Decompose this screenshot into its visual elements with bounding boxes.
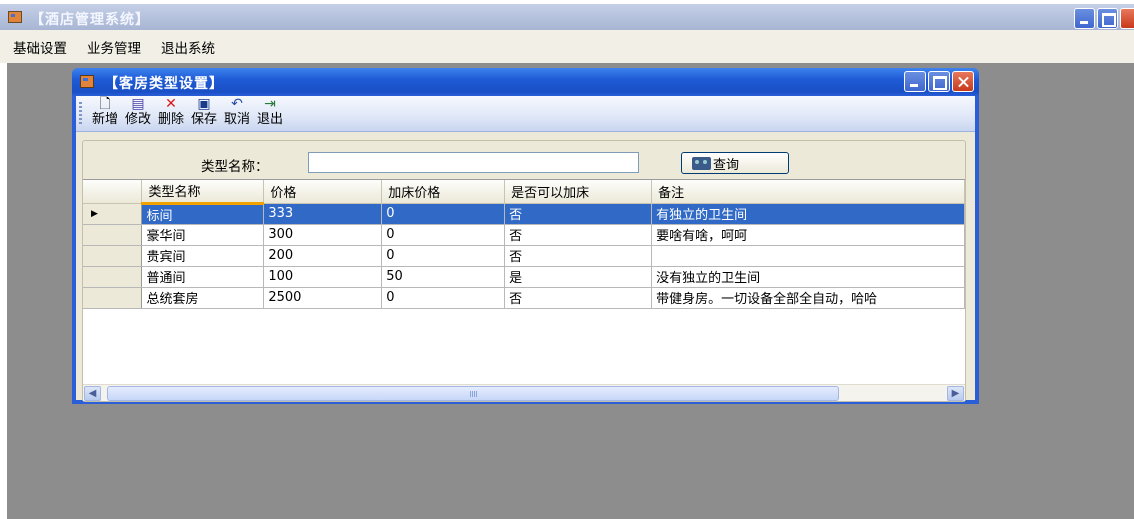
edit-icon: ▤	[131, 96, 145, 112]
type-name-input[interactable]	[308, 152, 639, 173]
edit-button-label: 修改	[124, 112, 151, 127]
table-row[interactable]: 普通间 100 50 是 没有独立的卫生间	[83, 266, 965, 288]
menu-bar: 基础设置 业务管理 退出系统	[0, 30, 1134, 63]
toolbar: 🗋 新增 ▤ 修改 ✕ 删除 ▣ 保存 ↶ 取消 ⇥ 退出	[76, 96, 975, 132]
child-title-bar[interactable]: 【客房类型设置】	[72, 68, 979, 96]
table-row[interactable]: 总统套房 2500 0 否 带健身房。一切设备全部全自动，哈哈	[83, 287, 965, 309]
cell[interactable]: 200	[263, 245, 383, 267]
menu-business-management[interactable]: 业务管理	[87, 37, 141, 57]
cell[interactable]: 有独立的卫生间	[651, 203, 965, 225]
maximize-icon[interactable]	[1097, 8, 1118, 29]
cell[interactable]: 带健身房。一切设备全部全自动，哈哈	[651, 287, 965, 309]
row-header-corner	[83, 180, 143, 204]
column-header[interactable]: 价格	[263, 180, 383, 204]
exit-button[interactable]: ⇥ 退出	[255, 97, 285, 127]
cell[interactable]: 否	[504, 203, 653, 225]
save-icon: ▣	[197, 96, 211, 112]
cell[interactable]: 300	[263, 224, 383, 246]
column-header[interactable]: 加床价格	[381, 180, 506, 204]
toolbar-grip[interactable]	[79, 102, 82, 126]
cell[interactable]: 333	[263, 203, 383, 225]
delete-button[interactable]: ✕ 删除	[156, 97, 186, 127]
horizontal-scrollbar[interactable]: ◀ ▶	[83, 384, 965, 401]
room-type-grid[interactable]: 类型名称 价格 加床价格 是否可以加床 备注 ▶ 标间 333 0 否 有独立的…	[83, 179, 965, 401]
query-panel: 类型名称： 查询 类型名称 价格 加床价格 是否可以加床 备注 ▶ 标间 333…	[82, 140, 966, 402]
cell[interactable]: 否	[504, 287, 653, 309]
cell[interactable]: 0	[381, 203, 506, 225]
menu-exit-system[interactable]: 退出系统	[161, 37, 215, 57]
search-button[interactable]: 查询	[681, 152, 789, 174]
column-header[interactable]: 是否可以加床	[504, 180, 653, 204]
cell[interactable]: 是	[504, 266, 653, 288]
table-row[interactable]: ▶ 标间 333 0 否 有独立的卫生间	[83, 203, 965, 225]
menu-basic-settings[interactable]: 基础设置	[13, 37, 67, 57]
minimize-icon[interactable]	[1074, 8, 1095, 29]
scrollbar-thumb[interactable]	[107, 386, 839, 401]
row-header[interactable]	[83, 224, 143, 246]
column-header[interactable]: 备注	[651, 180, 965, 204]
scroll-right-icon[interactable]: ▶	[947, 386, 964, 401]
save-button[interactable]: ▣ 保存	[189, 97, 219, 127]
main-title-bar[interactable]: 【酒店管理系统】	[0, 0, 1134, 30]
search-button-label: 查询	[713, 157, 740, 173]
cell[interactable]: 否	[504, 245, 653, 267]
row-header[interactable]	[83, 287, 143, 309]
close-icon[interactable]	[952, 71, 974, 92]
cancel-button-label: 取消	[223, 112, 250, 127]
delete-button-label: 删除	[157, 112, 184, 127]
grid-table: 类型名称 价格 加床价格 是否可以加床 备注 ▶ 标间 333 0 否 有独立的…	[83, 180, 965, 309]
delete-icon: ✕	[165, 96, 177, 112]
cell[interactable]: 豪华间	[141, 224, 265, 246]
child-window-controls	[904, 71, 974, 92]
close-icon[interactable]	[1120, 8, 1134, 29]
new-icon: 🗋	[99, 96, 111, 112]
cell[interactable]	[651, 245, 965, 267]
cell[interactable]: 总统套房	[141, 287, 265, 309]
type-name-label: 类型名称：	[201, 159, 269, 175]
cell[interactable]: 标间	[141, 203, 265, 225]
undo-icon: ↶	[231, 96, 243, 112]
maximize-icon[interactable]	[928, 71, 950, 92]
exit-icon: ⇥	[264, 96, 276, 112]
grid-header-row: 类型名称 价格 加床价格 是否可以加床 备注	[83, 180, 965, 205]
row-header[interactable]	[83, 266, 143, 288]
binoculars-icon	[692, 156, 711, 170]
row-header[interactable]	[83, 245, 143, 267]
cell[interactable]: 0	[381, 245, 506, 267]
new-button-label: 新增	[91, 112, 118, 127]
exit-button-label: 退出	[256, 112, 283, 127]
new-button[interactable]: 🗋 新增	[90, 97, 120, 127]
cell[interactable]: 没有独立的卫生间	[651, 266, 965, 288]
cell[interactable]: 50	[381, 266, 506, 288]
scroll-left-icon[interactable]: ◀	[84, 386, 101, 401]
save-button-label: 保存	[190, 112, 217, 127]
cell[interactable]: 0	[381, 224, 506, 246]
column-header[interactable]: 类型名称	[141, 180, 265, 205]
app-root: 【酒店管理系统】 基础设置 业务管理 退出系统 【客房类型设置】 🗋 新增 ▤ …	[0, 0, 1134, 519]
child-window-title: 【客房类型设置】	[104, 76, 224, 92]
cell[interactable]: 否	[504, 224, 653, 246]
table-row[interactable]: 贵宾间 200 0 否	[83, 245, 965, 267]
main-window-controls	[1074, 8, 1134, 29]
cell[interactable]: 2500	[263, 287, 383, 309]
cell[interactable]: 要啥有啥，呵呵	[651, 224, 965, 246]
current-row-indicator[interactable]: ▶	[83, 203, 143, 225]
cell[interactable]: 贵宾间	[141, 245, 265, 267]
main-window-title: 【酒店管理系统】	[30, 12, 150, 28]
app-icon	[8, 11, 22, 23]
cell[interactable]: 0	[381, 287, 506, 309]
edit-button[interactable]: ▤ 修改	[123, 97, 153, 127]
cancel-button[interactable]: ↶ 取消	[222, 97, 252, 127]
cell[interactable]: 普通间	[141, 266, 265, 288]
table-row[interactable]: 豪华间 300 0 否 要啥有啥，呵呵	[83, 224, 965, 246]
window-icon	[80, 75, 94, 88]
room-type-window: 【客房类型设置】 🗋 新增 ▤ 修改 ✕ 删除 ▣ 保存 ↶ 取消 ⇥ 退出 类…	[72, 68, 979, 404]
cell[interactable]: 100	[263, 266, 383, 288]
minimize-icon[interactable]	[904, 71, 926, 92]
